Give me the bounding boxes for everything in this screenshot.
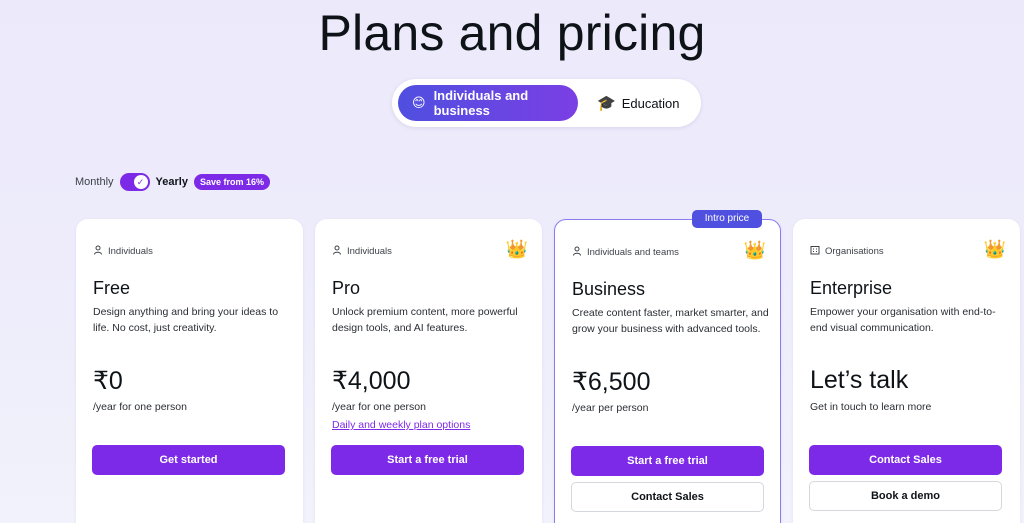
plan-description: Create content faster, market smarter, a…: [572, 307, 769, 335]
plan-audience-label: Individuals and teams: [587, 247, 679, 258]
page-title: Plans and pricing: [318, 5, 706, 61]
plan-card-free: Individuals Free Design anything and bri…: [76, 219, 303, 523]
segment-education[interactable]: 🎓 Education: [597, 85, 680, 121]
book-demo-button[interactable]: Book a demo: [809, 481, 1002, 511]
plan-audience-label: Organisations: [825, 246, 884, 257]
plan-audience: Individuals and teams: [572, 246, 679, 259]
contact-sales-button[interactable]: Contact Sales: [571, 482, 764, 512]
crown-icon: 👑: [505, 239, 528, 259]
segment-label: Individuals and business: [433, 88, 529, 118]
plan-name: Pro: [332, 278, 361, 298]
plan-description: Unlock premium content, more powerful de…: [332, 306, 518, 334]
plan-price-subtitle: Get in touch to learn more: [810, 401, 932, 413]
crown-icon: 👑: [983, 239, 1006, 259]
plan-price-subtitle: /year per person: [572, 402, 649, 414]
person-icon: [332, 245, 342, 258]
plan-audience: Organisations: [810, 245, 884, 258]
plan-price-subtitle: /year for one person: [93, 401, 187, 413]
plan-card-pro: Individuals 👑 Pro Unlock premium content…: [315, 219, 542, 523]
plan-description: Empower your organisation with end-to-en…: [810, 306, 996, 334]
plan-description: Design anything and bring your ideas to …: [93, 306, 279, 334]
start-free-trial-button[interactable]: Start a free trial: [331, 445, 524, 475]
intro-price-badge: Intro price: [692, 210, 762, 228]
plan-price: ₹4,000: [332, 367, 411, 395]
building-icon: [810, 245, 820, 258]
monthly-label[interactable]: Monthly: [75, 176, 114, 188]
graduation-cap-icon: 🎓: [597, 95, 616, 112]
audience-segmented-control: 😊 Individuals and business 🎓 Education: [392, 79, 701, 127]
yearly-label[interactable]: Yearly: [156, 176, 188, 188]
plan-price: ₹6,500: [572, 368, 651, 396]
person-icon: [93, 245, 103, 258]
plan-price: ₹0: [93, 367, 123, 395]
billing-period-switch: Monthly ✓ Yearly Save from 16%: [75, 173, 270, 191]
get-started-button[interactable]: Get started: [92, 445, 285, 475]
contact-sales-button[interactable]: Contact Sales: [809, 445, 1002, 475]
plan-price: Let’s talk: [810, 366, 909, 394]
save-badge: Save from 16%: [193, 174, 270, 190]
plan-audience: Individuals: [93, 245, 153, 258]
plan-name: Enterprise: [810, 278, 893, 298]
start-free-trial-button[interactable]: Start a free trial: [571, 446, 764, 476]
plan-card-business: Individuals and teams 👑 Business Create …: [554, 219, 781, 523]
smile-icon: 😊: [412, 95, 426, 110]
check-icon: ✓: [133, 175, 148, 189]
segment-individuals-business[interactable]: 😊 Individuals and business: [398, 85, 578, 121]
segment-label: Education: [621, 95, 680, 111]
daily-weekly-plan-link[interactable]: Daily and weekly plan options: [332, 419, 470, 431]
plan-card-enterprise: Organisations 👑 Enterprise Empower your …: [793, 219, 1020, 523]
plan-name: Business: [572, 279, 646, 299]
crown-icon: 👑: [743, 240, 766, 260]
plan-audience-label: Individuals: [347, 246, 392, 257]
plan-audience-label: Individuals: [108, 246, 153, 257]
person-icon: [572, 246, 582, 259]
billing-toggle[interactable]: ✓: [119, 173, 150, 191]
plan-price-subtitle: /year for one person: [332, 401, 426, 413]
plan-name: Free: [93, 278, 131, 298]
plan-audience: Individuals: [332, 245, 392, 258]
